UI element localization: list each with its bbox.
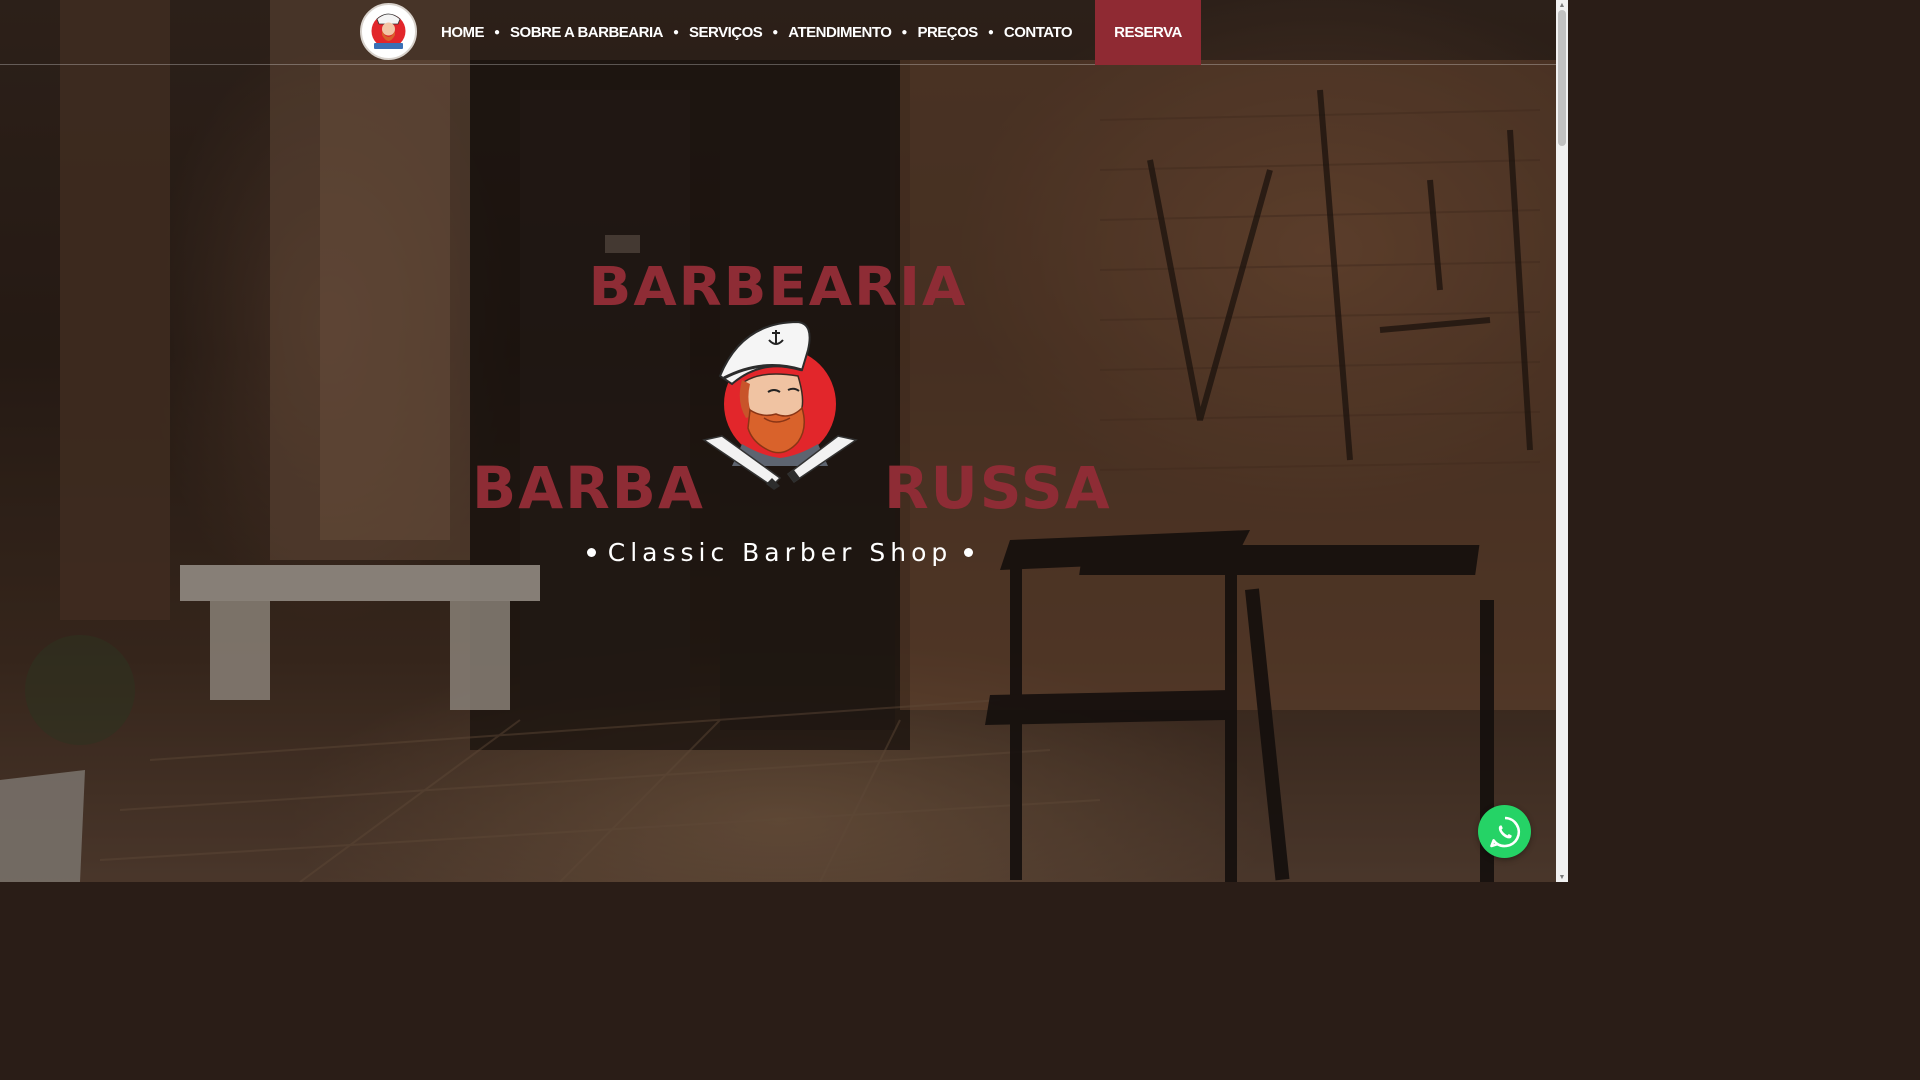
nav-home[interactable]: HOME	[441, 24, 485, 41]
nav-sobre-a-barbearia[interactable]: SOBRE A BARBEARIA	[510, 24, 663, 41]
whatsapp-icon	[1489, 816, 1520, 847]
hero-word-barba: BARBA	[472, 454, 705, 522]
tagline-dot-left	[586, 548, 596, 557]
nav-contato[interactable]: CONTATO	[1004, 24, 1073, 41]
scrollbar-thumb[interactable]	[1558, 10, 1566, 146]
arrow-down-icon[interactable]: ▼	[1556, 872, 1568, 882]
nav-precos[interactable]: PREÇOS	[917, 24, 978, 41]
barber-mascot-icon	[362, 5, 415, 58]
hero-word-russa: RUSSA	[884, 454, 1112, 522]
arrow-up-icon[interactable]: ▲	[1556, 0, 1568, 10]
nav-separator: ●	[901, 26, 908, 38]
nav-separator: ●	[672, 26, 679, 38]
sailor-bearded-man-icon	[702, 320, 858, 490]
site-logo[interactable]	[360, 3, 417, 60]
nav-atendimento[interactable]: ATENDIMENTO	[788, 24, 892, 41]
nav-separator: ●	[987, 26, 994, 38]
site-header: HOME ● SOBRE A BARBEARIA ● SERVIÇOS ● AT…	[0, 0, 1556, 65]
nav-separator: ●	[772, 26, 779, 38]
reserve-button[interactable]: RESERVA	[1095, 0, 1201, 65]
main-nav: HOME ● SOBRE A BARBEARIA ● SERVIÇOS ● AT…	[441, 0, 1073, 65]
page-scrollbar[interactable]: ▲ ▼	[1556, 0, 1568, 882]
nav-separator: ●	[494, 26, 501, 38]
nav-servicos[interactable]: SERVIÇOS	[689, 24, 763, 41]
hero-tagline: Classic Barber Shop	[520, 538, 1040, 567]
hero-title: BARBEARIA	[588, 256, 968, 319]
tagline-text: Classic Barber Shop	[607, 538, 953, 567]
whatsapp-button[interactable]	[1478, 805, 1531, 858]
tagline-dot-right	[964, 548, 974, 557]
